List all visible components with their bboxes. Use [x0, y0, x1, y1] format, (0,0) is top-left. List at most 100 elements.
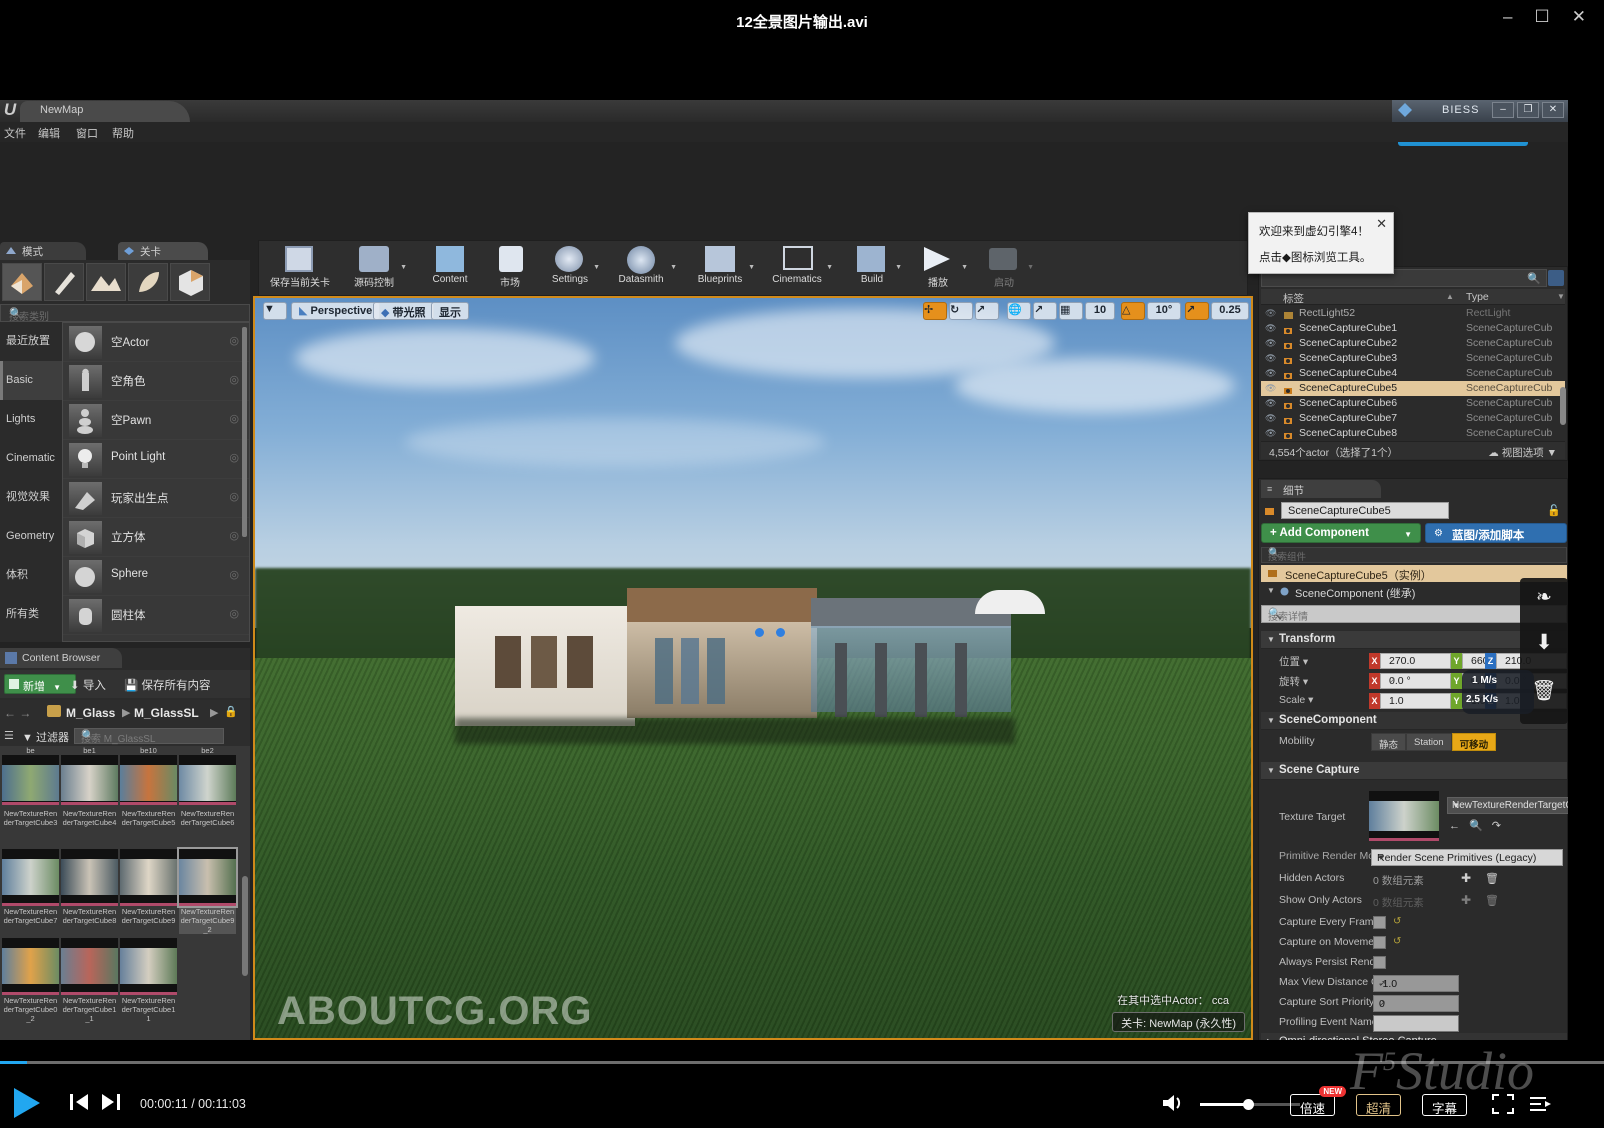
texture-target-actions[interactable]: ←🔍↷	[1449, 819, 1510, 832]
profiling-event-input[interactable]	[1373, 1015, 1459, 1032]
mobility-option-static[interactable]: 静态	[1371, 733, 1406, 751]
chevron-right-icon[interactable]: ▸	[1267, 1036, 1271, 1040]
placement-category-all[interactable]: 所有类	[0, 595, 62, 634]
rotate-mode-button[interactable]: ↻	[949, 302, 973, 320]
blueprint-script-button[interactable]: ⚙ 蓝图/添加脚本	[1425, 523, 1567, 543]
lighting-mode-button[interactable]: ◆ 带光照	[373, 302, 434, 320]
list-item[interactable]: 圆柱体 ◎	[63, 596, 249, 635]
placement-search-input[interactable]: 搜索类别 🔍	[0, 304, 250, 322]
asset-tile[interactable]: RenderTargetCube2	[179, 746, 236, 805]
mode-geometry-button[interactable]	[170, 263, 210, 301]
show-menu-button[interactable]: 显示	[431, 302, 469, 320]
max-view-distance-input[interactable]: -1.0 ↗	[1373, 975, 1459, 992]
asset-tile[interactable]: NewTextureRenderTargetCube9	[120, 849, 177, 925]
playlist-button[interactable]	[1528, 1094, 1552, 1119]
eye-icon[interactable]: 👁	[1265, 398, 1276, 409]
table-row-selected[interactable]: 👁 SceneCaptureCube5 SceneCaptureCub	[1261, 381, 1565, 396]
volume-knob[interactable]	[1243, 1099, 1254, 1110]
outliner-column-label[interactable]: 标签	[1283, 291, 1304, 306]
eye-icon[interactable]: 👁	[1265, 413, 1276, 424]
asset-grid-scrollbar[interactable]	[242, 876, 248, 976]
quality-chip[interactable]: 超清	[1356, 1094, 1401, 1116]
placement-category-basic[interactable]: Basic	[0, 361, 62, 400]
outliner-scrollbar[interactable]	[1560, 387, 1566, 425]
chevron-down-icon[interactable]: ▼	[593, 264, 600, 271]
chevron-down-icon[interactable]: ▼	[895, 264, 902, 271]
drag-handle-icon[interactable]: ◎	[229, 607, 239, 620]
lock-icon[interactable]: 🔓	[1547, 504, 1561, 517]
biess-minimize-icon[interactable]: –	[1492, 102, 1514, 118]
fullscreen-button[interactable]	[1492, 1094, 1514, 1119]
spinner-icon[interactable]: ↗	[1379, 979, 1454, 988]
placement-category-volumes[interactable]: 体积	[0, 556, 62, 595]
add-icon[interactable]: ✚	[1461, 871, 1471, 885]
asset-tile[interactable]: NewTextureRenderTargetCube11	[120, 938, 177, 1023]
chevron-down-icon[interactable]: ▼	[961, 264, 968, 271]
trash-icon[interactable]: 🗑	[1485, 894, 1499, 907]
content-search-input[interactable]: 搜索 M_GlassSL 🔍	[74, 728, 224, 744]
trash-icon[interactable]: 🗑	[1485, 872, 1499, 885]
list-item[interactable]: 空Pawn ◎	[63, 401, 249, 440]
placement-category-recent[interactable]: 最近放置	[0, 322, 62, 361]
table-row[interactable]: 👁 SceneCaptureCube4 SceneCaptureCub	[1261, 366, 1565, 381]
mobility-option-movable[interactable]: 可移动	[1452, 733, 1497, 751]
location-x[interactable]: X270.0	[1369, 653, 1451, 669]
angle-snap-value[interactable]: 10°	[1147, 302, 1181, 320]
mode-landscape-button[interactable]	[86, 263, 126, 301]
drag-handle-icon[interactable]: ◎	[229, 412, 239, 425]
menu-help[interactable]: 帮助	[112, 125, 134, 141]
asset-tile[interactable]: RenderTargetCube	[2, 746, 59, 805]
breadcrumb-item-2[interactable]: M_GlassSL	[134, 706, 199, 720]
reset-icon[interactable]: ↺	[1393, 916, 1401, 927]
toolbar-cinematics-button[interactable]: Cinematics ▼	[759, 244, 835, 292]
asset-tile[interactable]: NewTextureRenderTargetCube3	[2, 808, 59, 827]
lock-icon[interactable]: 🔒	[224, 705, 238, 718]
volume-slider[interactable]	[1200, 1103, 1300, 1106]
toolbar-marketplace-button[interactable]: 市场	[483, 244, 537, 292]
play-button[interactable]	[14, 1088, 40, 1118]
view-options-icon[interactable]: ☰	[4, 729, 14, 742]
drag-handle-icon[interactable]: ◎	[229, 490, 239, 503]
eye-icon[interactable]: 👁	[1265, 428, 1276, 439]
asset-grid[interactable]: RenderTargetCube RenderTargetCube1 Rende…	[0, 746, 250, 1040]
details-tab[interactable]: ≡ 细节	[1261, 480, 1381, 498]
placement-category-lights[interactable]: Lights	[0, 400, 62, 439]
component-search-input[interactable]: 搜索组件 🔍	[1261, 547, 1567, 563]
mode-foliage-button[interactable]	[128, 263, 168, 301]
asset-tile[interactable]: RenderTargetCube10	[120, 746, 177, 805]
scale-snap-button[interactable]: ↗	[1185, 302, 1209, 320]
placement-category-geometry[interactable]: Geometry	[0, 517, 62, 556]
mode-paint-button[interactable]	[44, 263, 84, 301]
tab-levels[interactable]: 关卡	[118, 242, 208, 260]
table-row[interactable]: 👁 RectLight52 RectLight	[1261, 306, 1565, 321]
surface-snap-button[interactable]: ↗	[1033, 302, 1057, 320]
asset-tile[interactable]: NewTextureRenderTargetCube8	[61, 849, 118, 925]
content-browser-tab[interactable]: Content Browser	[0, 648, 122, 668]
table-row[interactable]: 👁 SceneCaptureCube2 SceneCaptureCub	[1261, 336, 1565, 351]
toolbar-launch-button[interactable]: 启动 ▼	[973, 244, 1035, 292]
toolbar-play-button[interactable]: 播放 ▼	[907, 244, 969, 292]
table-row[interactable]: 👁 SceneCaptureCube6 SceneCaptureCub	[1261, 396, 1565, 411]
placement-category-cinematic[interactable]: Cinematic	[0, 439, 62, 478]
add-new-button[interactable]: 新增 ▼	[4, 674, 76, 694]
drag-handle-icon[interactable]: ◎	[229, 373, 239, 386]
biess-close-icon[interactable]: ✕	[1542, 102, 1564, 118]
placement-scrollbar[interactable]	[242, 327, 247, 537]
maximize-icon[interactable]: ☐	[1535, 8, 1550, 25]
share-icon[interactable]: ❧	[1520, 586, 1568, 609]
placement-list[interactable]: 空Actor ◎ 空角色 ◎ 空Pawn ◎ Point Light ◎ 玩家出…	[62, 322, 250, 642]
level-viewport[interactable]: ▼ ◣ Perspective ◆ 带光照 显示 ✢ ↻ ↗ 🌐 ↗ ▦	[253, 296, 1253, 1040]
chevron-down-icon[interactable]: ▼	[826, 264, 833, 271]
asset-tile[interactable]: NewTextureRenderTargetCube0_2	[2, 938, 59, 1023]
next-button[interactable]	[100, 1092, 122, 1117]
texture-target-combo[interactable]: NewTextureRenderTargetC ▼	[1447, 797, 1568, 814]
mobility-option-stationary[interactable]: Station	[1406, 733, 1452, 751]
toolbar-datasmith-button[interactable]: Datasmith ▼	[603, 244, 679, 292]
list-item[interactable]: Sphere ◎	[63, 557, 249, 596]
eye-icon[interactable]: 👁	[1265, 368, 1276, 379]
chevron-down-icon[interactable]: ▼	[1027, 264, 1034, 271]
chevron-down-icon[interactable]: ▼	[1267, 766, 1275, 775]
chevron-down-icon[interactable]: ▼	[1267, 716, 1275, 725]
section-omni-stereo[interactable]: ▸ Omni-directional Stereo Capture	[1261, 1033, 1567, 1040]
minimize-icon[interactable]: –	[1503, 8, 1512, 25]
